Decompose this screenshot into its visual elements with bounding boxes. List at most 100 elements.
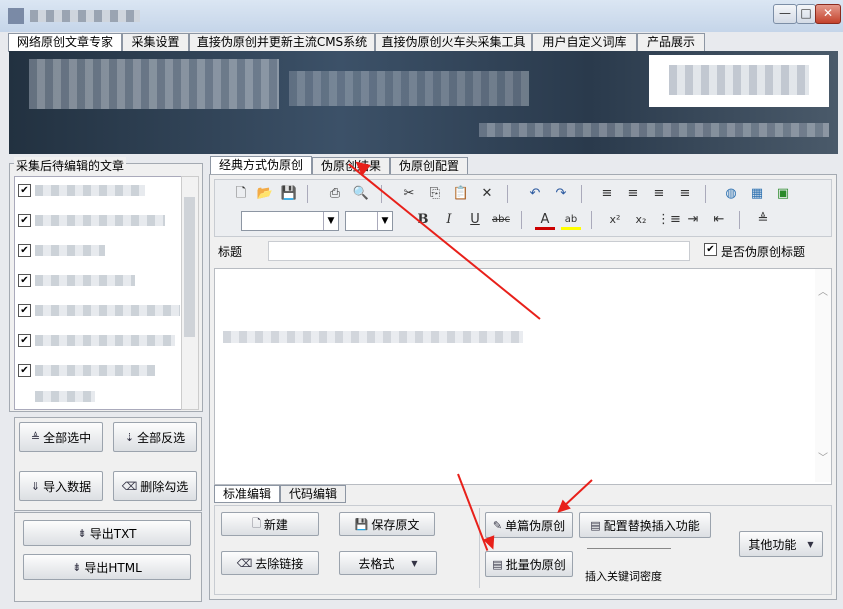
paste-icon[interactable]: 📋 [451, 184, 471, 204]
remove-format-button[interactable]: 去格式 ▼ [339, 551, 437, 575]
export-html-button[interactable]: ⇟ 导出HTML [23, 554, 191, 580]
tab-article-expert[interactable]: 网络原创文章专家 [8, 33, 122, 52]
import-button[interactable]: ⇓ 导入数据 [19, 471, 103, 501]
app-icon [8, 8, 24, 24]
export-txt-button[interactable]: ⇟ 导出TXT [23, 520, 191, 546]
close-button[interactable]: ✕ [815, 4, 841, 24]
editor-scrollbar[interactable]: ︿ ﹀ [815, 269, 831, 482]
undo-icon[interactable]: ↶ [525, 184, 545, 204]
keyword-density-label: 插入关键词密度 [585, 570, 662, 583]
font-size-select[interactable]: ▼ [345, 211, 393, 231]
invert-all-button[interactable]: ⇣ 全部反选 [113, 422, 197, 452]
density-slider[interactable] [587, 548, 671, 549]
divider [479, 508, 480, 588]
list-item [35, 391, 95, 402]
minimize-button[interactable]: — [773, 4, 797, 24]
strike-icon[interactable]: abc [491, 210, 511, 230]
rewrite-title-checkbox[interactable]: ✔ [704, 243, 717, 256]
new-button[interactable]: 🗋 新建 [221, 512, 319, 536]
tab-cms-update[interactable]: 直接伪原创并更新主流CMS系统 [189, 33, 375, 51]
select-all-button[interactable]: ≜ 全部选中 [19, 422, 103, 452]
article-checkbox[interactable]: ✔ [18, 214, 31, 227]
cut-icon[interactable]: ✂ [399, 184, 419, 204]
save-label: 保存原文 [371, 517, 420, 532]
delete-checked-button[interactable]: ⌫ 删除勾选 [113, 471, 197, 501]
subscript-icon[interactable]: x₂ [631, 210, 651, 230]
font-color-icon[interactable]: A [535, 210, 555, 230]
chevron-down-icon: ▼ [807, 539, 814, 549]
align-center-icon[interactable]: ≡ [623, 184, 643, 204]
save-icon[interactable]: 💾 [279, 184, 299, 204]
italic-icon[interactable]: I [439, 210, 459, 230]
editor-content-area[interactable]: ︿ ﹀ [214, 268, 832, 485]
globe-icon[interactable]: ◍ [721, 184, 741, 204]
tab-collect-settings[interactable]: 采集设置 [122, 33, 189, 51]
other-functions-dropdown[interactable]: 其他功能 ▼ [739, 531, 823, 557]
tab-classic-mode[interactable]: 经典方式伪原创 [210, 156, 312, 175]
list-item [35, 245, 105, 256]
save-original-button[interactable]: 💾 保存原文 [339, 512, 435, 536]
article-checkbox[interactable]: ✔ [18, 244, 31, 257]
export-html-label: 导出HTML [84, 560, 142, 575]
export-txt-label: 导出TXT [89, 526, 137, 541]
tab-code-edit[interactable]: 代码编辑 [280, 485, 346, 503]
tab-standard-edit[interactable]: 标准编辑 [214, 485, 280, 503]
toolbar-separator [307, 185, 308, 203]
new-doc-icon[interactable]: 🗋 [231, 184, 251, 204]
article-checkbox[interactable]: ✔ [18, 304, 31, 317]
indent-icon[interactable]: ⇥ [683, 210, 703, 230]
config-replace-button[interactable]: ▤ 配置替换插入功能 [579, 512, 711, 538]
table-icon[interactable]: ▦ [747, 184, 767, 204]
single-rewrite-label: 单篇伪原创 [505, 518, 566, 533]
eraser-icon: ⌫ [121, 479, 138, 493]
outdent-icon[interactable]: ⇤ [709, 210, 729, 230]
numbered-list-icon[interactable]: ⋮≡ [657, 210, 681, 230]
banner-image [9, 51, 838, 154]
toolbar-separator [705, 185, 706, 203]
config-replace-label: 配置替换插入功能 [603, 518, 700, 533]
title-input[interactable] [268, 241, 690, 261]
export-group: ⇟ 导出TXT ⇟ 导出HTML [14, 512, 202, 602]
align-left-icon[interactable]: ≡ [597, 184, 617, 204]
underline-icon[interactable]: U [465, 210, 485, 230]
image-icon[interactable]: ▣ [773, 184, 793, 204]
remove-format-label: 去格式 [358, 556, 395, 571]
import-label: 导入数据 [43, 479, 92, 494]
banner-blur-1 [29, 59, 279, 109]
tab-locomotive-tool[interactable]: 直接伪原创火车头采集工具 [375, 33, 532, 51]
article-checkbox[interactable]: ✔ [18, 364, 31, 377]
preview-icon[interactable]: 🔍 [351, 184, 371, 204]
redo-icon[interactable]: ↷ [551, 184, 571, 204]
tab-config[interactable]: 伪原创配置 [390, 157, 468, 175]
print-icon[interactable]: ⎙ [325, 184, 345, 204]
chevron-down-icon: ▼ [377, 212, 392, 230]
article-checkbox[interactable]: ✔ [18, 334, 31, 347]
blurred-content [223, 331, 523, 343]
batch-rewrite-button[interactable]: ▤ 批量伪原创 [485, 551, 573, 577]
open-folder-icon[interactable]: 📂 [255, 184, 275, 204]
list-scrollbar[interactable] [181, 176, 199, 410]
pen-icon: ✎ [492, 518, 503, 532]
title-bar: — □ ✕ [0, 0, 843, 32]
toolbar-separator [581, 185, 582, 203]
tab-products[interactable]: 产品展示 [637, 33, 705, 51]
article-checkbox[interactable]: ✔ [18, 274, 31, 287]
article-list-group: 采集后待编辑的文章 ✔ ✔ ✔ ✔ ✔ ✔ ✔ [9, 157, 203, 412]
tab-custom-dictionary[interactable]: 用户自定义词库 [532, 33, 637, 51]
paragraph-icon[interactable]: ≜ [753, 210, 773, 230]
maximize-button[interactable]: □ [796, 4, 816, 24]
superscript-icon[interactable]: x² [605, 210, 625, 230]
highlight-icon[interactable]: ab [561, 210, 581, 230]
eraser-icon: ⌫ [236, 556, 253, 570]
article-list[interactable]: ✔ ✔ ✔ ✔ ✔ ✔ ✔ [14, 176, 182, 410]
delete-icon[interactable]: ✕ [477, 184, 497, 204]
bottom-button-area: 🗋 新建 💾 保存原文 ⌫ 去除链接 去格式 ▼ ✎ 单篇伪原创 ▤ 配置替换插入功能 ▤ 批… [214, 505, 832, 595]
remove-links-button[interactable]: ⌫ 去除链接 [221, 551, 319, 575]
copy-icon[interactable]: ⎘ [425, 184, 445, 204]
font-name-select[interactable]: ▼ [241, 211, 339, 231]
toolbar-separator [739, 211, 740, 229]
justify-icon[interactable]: ≡ [675, 184, 695, 204]
article-checkbox[interactable]: ✔ [18, 184, 31, 197]
scrollbar-thumb[interactable] [184, 197, 195, 337]
align-right-icon[interactable]: ≡ [649, 184, 669, 204]
